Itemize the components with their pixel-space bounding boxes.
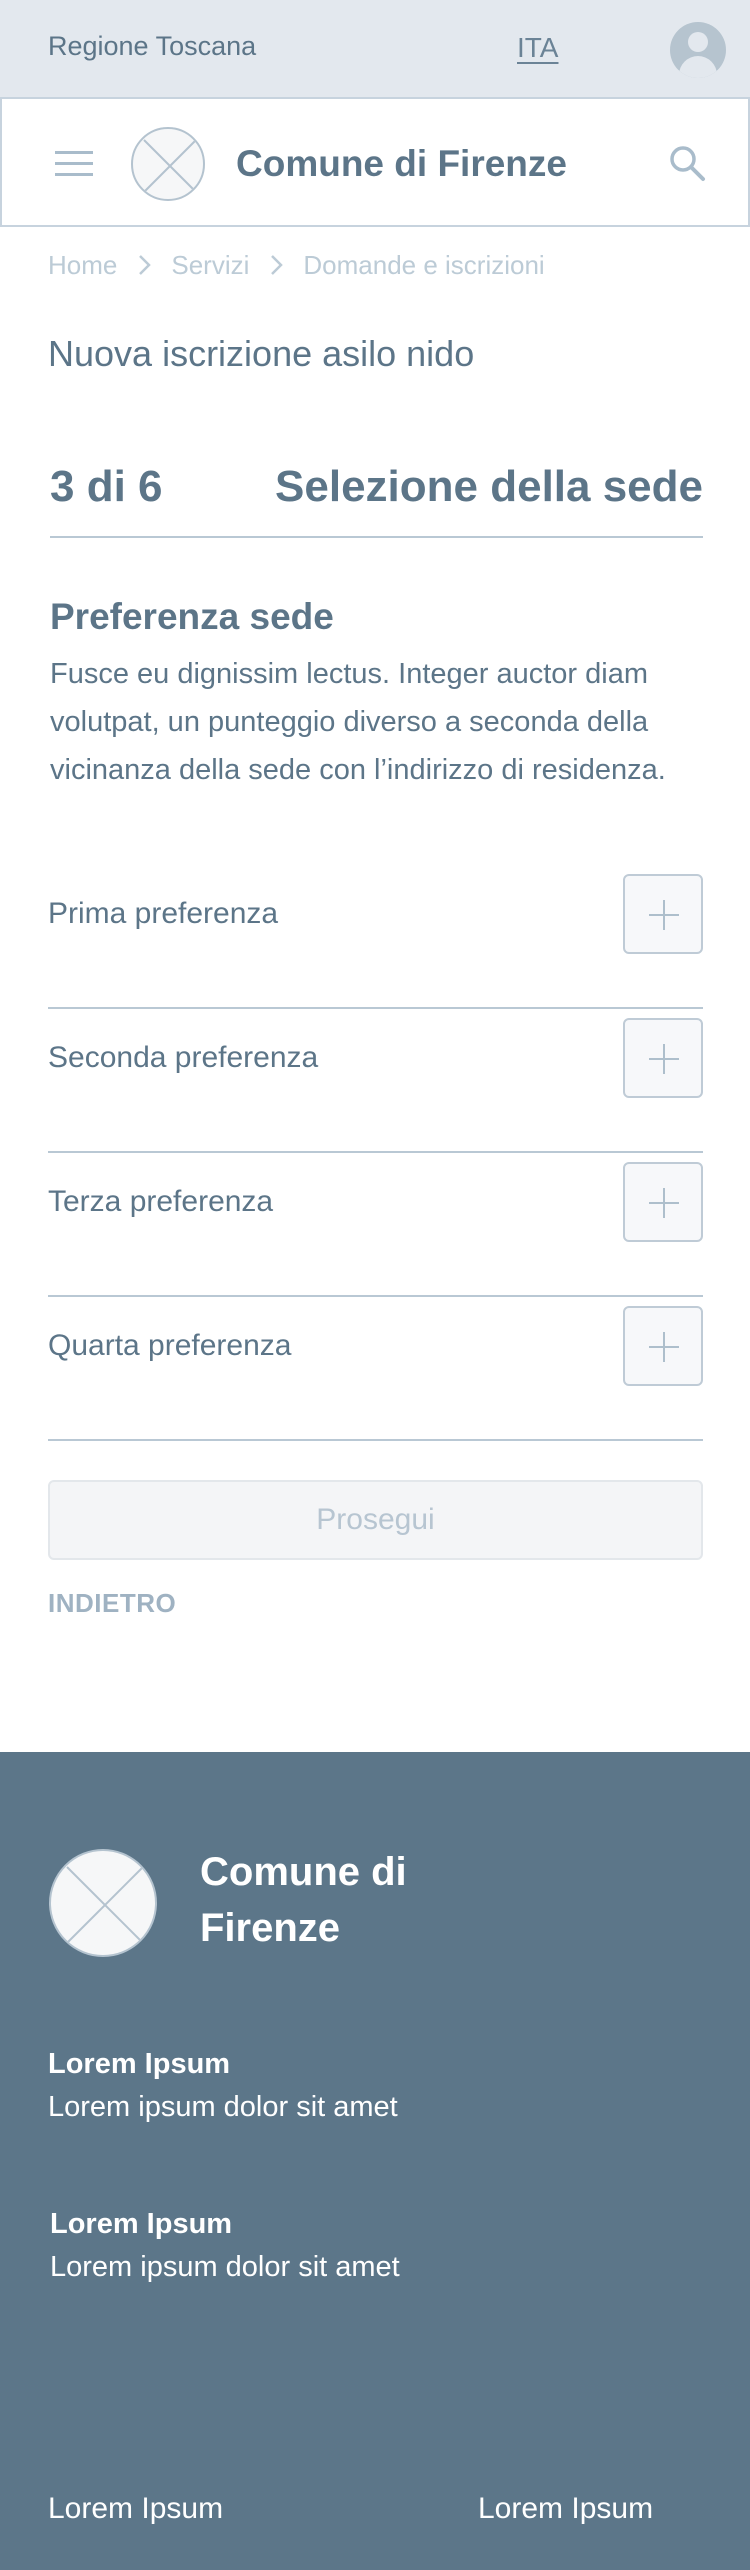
preference-label: Prima preferenza (48, 897, 279, 930)
section-description: Fusce eu dignissim lectus. Integer aucto… (50, 658, 666, 786)
preference-list: Prima preferenza Seconda preferenza Terz… (48, 865, 703, 1441)
preference-label: Terza preferenza (48, 1185, 274, 1218)
footer-link[interactable]: Lorem Ipsum (478, 2492, 653, 2526)
chevron-right-icon (261, 252, 291, 278)
step-name: Selezione della sede (275, 462, 703, 511)
footer-block-text: Lorem ipsum dolor sit amet (50, 2251, 400, 2283)
top-bar: Regione Toscana ITA (0, 0, 750, 97)
breadcrumb-current[interactable]: Domande e iscrizioni (303, 250, 544, 281)
site-header: Comune di Firenze (0, 97, 750, 227)
footer-block-text: Lorem ipsum dolor sit amet (48, 2091, 398, 2123)
placeholder-logo[interactable] (49, 1849, 157, 1957)
back-link[interactable]: INDIETRO (48, 1588, 176, 1619)
preference-row: Quarta preferenza (48, 1297, 703, 1441)
search-icon[interactable] (669, 145, 707, 183)
footer-info-block: Lorem Ipsum Lorem ipsum dolor sit amet (48, 2048, 398, 2124)
add-preference-button[interactable] (623, 1018, 703, 1098)
footer-info-block: Lorem Ipsum Lorem ipsum dolor sit amet (50, 2208, 400, 2284)
preference-row: Prima preferenza (48, 865, 703, 1009)
add-preference-button[interactable] (623, 874, 703, 954)
page-title: Nuova iscrizione asilo nido (48, 333, 475, 374)
preference-label: Seconda preferenza (48, 1041, 319, 1074)
step-count: 3 di 6 (50, 462, 163, 511)
language-selector[interactable]: ITA (517, 32, 558, 64)
region-link[interactable]: Regione Toscana (48, 31, 256, 62)
footer-block-heading: Lorem Ipsum (50, 2208, 233, 2240)
site-title[interactable]: Comune di Firenze (236, 143, 567, 185)
breadcrumb-home[interactable]: Home (48, 250, 117, 281)
continue-button[interactable]: Prosegui (48, 1480, 703, 1560)
preference-row: Seconda preferenza (48, 1009, 703, 1153)
preference-row: Terza preferenza (48, 1153, 703, 1297)
hamburger-menu-icon[interactable] (55, 151, 93, 177)
footer-block-heading: Lorem Ipsum (48, 2048, 231, 2080)
add-preference-button[interactable] (623, 1162, 703, 1242)
footer-link[interactable]: Lorem Ipsum (48, 2492, 223, 2526)
chevron-right-icon (129, 252, 159, 278)
placeholder-logo[interactable] (131, 127, 205, 201)
section-title: Preferenza sede (50, 596, 334, 637)
user-icon[interactable] (670, 22, 726, 78)
add-preference-button[interactable] (623, 1306, 703, 1386)
breadcrumb: Home Servizi Domande e iscrizioni (48, 250, 545, 280)
footer-title: Comune di Firenze (200, 1850, 407, 1950)
breadcrumb-services[interactable]: Servizi (171, 250, 249, 281)
stepper: 3 di 6 Selezione della sede (50, 460, 703, 538)
site-footer: Comune di Firenze Lorem Ipsum Lorem ipsu… (0, 1752, 750, 2570)
preference-label: Quarta preferenza (48, 1329, 292, 1362)
